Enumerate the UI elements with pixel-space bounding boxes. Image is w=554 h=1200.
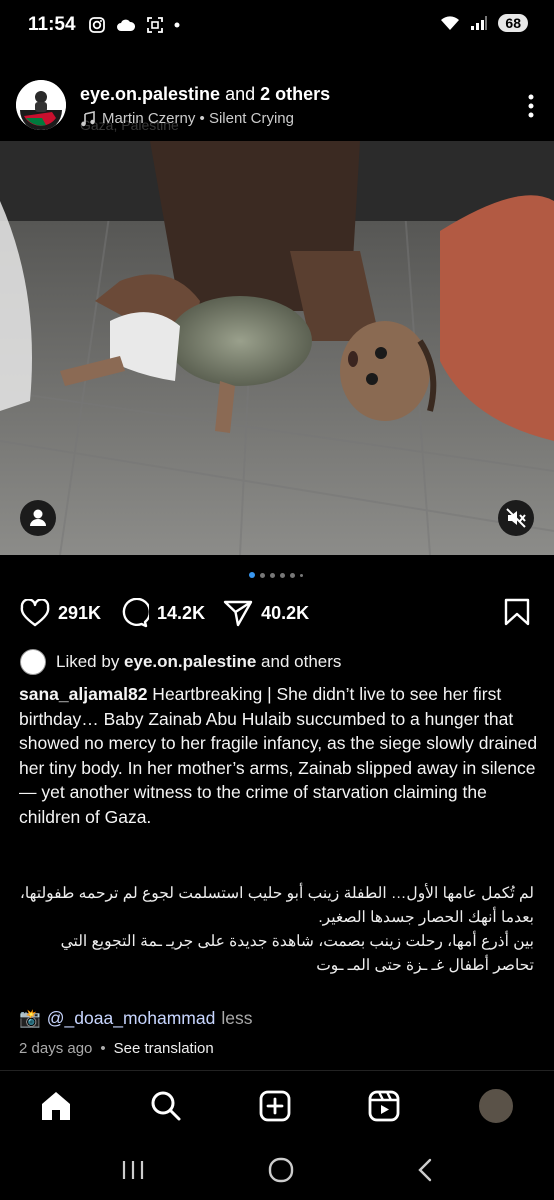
carousel-dot	[280, 572, 285, 578]
liked-by-user[interactable]: eye.on.palestine	[124, 652, 256, 671]
liked-by-line[interactable]: Liked by eye.on.palestine and others	[20, 649, 341, 675]
search-icon[interactable]	[150, 1090, 182, 1122]
cloud-icon	[117, 19, 136, 31]
tagged-people-button[interactable]	[20, 500, 56, 536]
carousel-dot	[270, 572, 275, 578]
photo-illustration	[0, 141, 554, 555]
screenshot-icon	[147, 17, 163, 33]
carousel-dot	[300, 573, 303, 577]
time-ago: 2 days ago	[19, 1040, 93, 1057]
like-button[interactable]: 291K	[20, 599, 101, 627]
comment-count: 14.2K	[157, 602, 206, 623]
heart-icon	[20, 599, 50, 627]
reels-icon[interactable]	[368, 1090, 400, 1122]
author-suffix: and	[220, 84, 261, 104]
caption-arabic: لم تُكمل عامها الأول… الطفلة زينب أبو حل…	[19, 882, 534, 978]
camera-emoji-icon: 📸	[19, 1008, 41, 1028]
action-row: 291K 14.2K 40.2K	[20, 598, 327, 628]
caption-arabic-paragraph-2: بين أذرع أمها، رحلت زينب بصمت، شاهدة جدي…	[60, 933, 534, 974]
like-count: 291K	[58, 602, 102, 623]
author-name[interactable]: eye.on.palestine	[80, 84, 220, 104]
caption-username[interactable]: sana_aljamal82	[19, 684, 147, 704]
status-time: 11:54	[28, 14, 76, 35]
avatar-image	[16, 80, 66, 130]
system-navigation-bar	[0, 1140, 554, 1200]
post-author-line[interactable]: eye.on.palestine and 2 others	[80, 84, 330, 105]
speaker-muted-icon	[506, 508, 526, 528]
dot-icon	[174, 22, 180, 28]
carousel-indicator	[249, 572, 303, 578]
music-note-icon	[81, 110, 95, 126]
bookmark-icon[interactable]	[504, 598, 530, 626]
status-right: 68	[440, 14, 528, 32]
instagram-notif-icon	[89, 17, 105, 33]
post-caption: sana_aljamal82 Heartbreaking | She didn’…	[19, 682, 539, 829]
back-icon[interactable]	[417, 1158, 433, 1182]
person-icon	[30, 509, 46, 526]
mute-button[interactable]	[498, 500, 534, 536]
see-translation-link[interactable]: See translation	[114, 1040, 214, 1057]
share-count: 40.2K	[261, 602, 310, 623]
carousel-dot-active	[249, 572, 255, 578]
share-button[interactable]: 40.2K	[223, 599, 309, 627]
recent-apps-icon[interactable]	[121, 1159, 145, 1181]
create-post-icon[interactable]	[259, 1090, 291, 1122]
profile-avatar[interactable]	[477, 1087, 516, 1125]
credit-mention-link[interactable]: @_doaa_mohammad	[47, 1008, 216, 1029]
others-link[interactable]: 2 others	[260, 84, 330, 104]
caption-text: Heartbreaking | She didn’t live to see h…	[19, 684, 538, 827]
post-photo[interactable]	[0, 141, 554, 555]
signal-icon	[471, 16, 488, 30]
battery-badge: 68	[498, 14, 528, 32]
photo-credit-line: 📸 @_doaa_mohammad less	[19, 1008, 252, 1029]
meta-separator: •	[100, 1040, 106, 1057]
caption-arabic-paragraph-1: لم تُكمل عامها الأول… الطفلة زينب أبو حل…	[19, 885, 534, 926]
liked-by-suffix[interactable]: and others	[256, 652, 341, 671]
liked-by-prefix: Liked by	[56, 652, 125, 671]
status-notification-icons	[88, 16, 180, 34]
send-icon	[223, 600, 253, 627]
author-avatar[interactable]	[16, 80, 66, 130]
carousel-dot	[260, 572, 265, 578]
less-toggle[interactable]: less	[221, 1008, 252, 1029]
wifi-icon	[441, 16, 460, 30]
comment-icon	[122, 598, 150, 628]
home-icon[interactable]	[39, 1090, 73, 1122]
music-text: Martin Czerny • Silent Crying	[102, 110, 294, 127]
comment-button[interactable]: 14.2K	[119, 598, 205, 628]
more-options-icon[interactable]	[528, 94, 534, 118]
post-meta: 2 days ago • See translation	[19, 1040, 214, 1057]
home-circle-icon[interactable]	[268, 1157, 294, 1183]
bottom-tab-bar	[0, 1070, 554, 1141]
liked-by-avatar	[20, 649, 46, 675]
music-line[interactable]: Martin Czerny • Silent Crying	[80, 110, 294, 127]
carousel-dot	[290, 572, 295, 578]
